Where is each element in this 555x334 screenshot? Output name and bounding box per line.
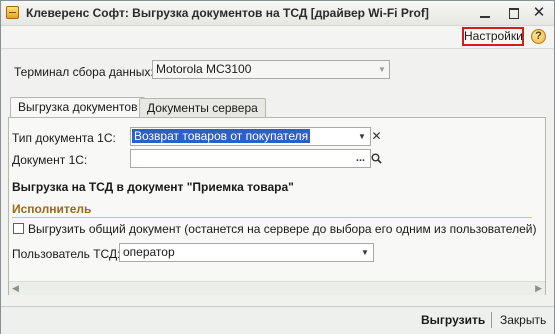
- shared-document-checkbox[interactable]: [13, 223, 24, 234]
- doc-type-select[interactable]: Возврат товаров от покупателя: [130, 127, 371, 146]
- terminal-label: Терминал сбора данных:: [14, 65, 154, 79]
- tsd-user-dropdown-icon[interactable]: ▼: [358, 244, 372, 261]
- tab-server-documents[interactable]: Документы сервера: [139, 98, 266, 118]
- command-bar: Настройки ?: [1, 26, 554, 49]
- doc-type-label: Тип документа 1С:: [12, 131, 116, 145]
- tsd-user-select[interactable]: оператор: [119, 243, 374, 262]
- form-area: Терминал сбора данных: Motorola MC3100 ▼…: [1, 49, 554, 306]
- main-window: Клеверенс Софт: Выгрузка документов на Т…: [0, 0, 555, 334]
- clear-icon[interactable]: ✕: [369, 128, 384, 145]
- search-icon[interactable]: [369, 150, 384, 167]
- title-bar: Клеверенс Софт: Выгрузка документов на Т…: [1, 1, 554, 26]
- settings-button[interactable]: Настройки: [462, 27, 524, 46]
- app-icon: [6, 6, 19, 19]
- upload-button[interactable]: Выгрузить: [421, 313, 485, 327]
- button-separator: [491, 312, 492, 328]
- terminal-value: Motorola MC3100: [156, 62, 252, 76]
- select-ellipsis-icon[interactable]: ...: [353, 150, 368, 167]
- terminal-select[interactable]: Motorola MC3100: [152, 60, 390, 79]
- shared-document-label: Выгрузить общий документ (останется на с…: [28, 222, 537, 236]
- horizontal-scrollbar[interactable]: ◀ ▶: [9, 281, 545, 295]
- help-icon[interactable]: ?: [531, 29, 546, 44]
- tab-upload-documents[interactable]: Выгрузка документов: [10, 97, 146, 118]
- doc-type-value: Возврат товаров от покупателя: [132, 129, 311, 143]
- group-divider: [12, 217, 532, 218]
- scroll-right-icon[interactable]: ▶: [535, 283, 542, 294]
- executor-group-title: Исполнитель: [12, 202, 92, 216]
- close-window-button[interactable]: ✕: [528, 3, 550, 23]
- close-button[interactable]: Закрыть: [500, 313, 546, 327]
- doc-type-dropdown-icon[interactable]: ▼: [355, 128, 369, 145]
- window-title: Клеверенс Софт: Выгрузка документов на Т…: [26, 6, 429, 20]
- terminal-dropdown-icon[interactable]: ▼: [375, 61, 389, 78]
- scroll-left-icon[interactable]: ◀: [12, 283, 19, 294]
- minimize-button[interactable]: [474, 3, 496, 23]
- tsd-user-label: Пользователь ТСД:: [12, 247, 121, 261]
- tsd-user-value: оператор: [123, 245, 175, 259]
- document-field[interactable]: [130, 149, 371, 168]
- bottom-bar: Выгрузить Закрыть: [1, 306, 554, 334]
- document-label: Документ 1С:: [12, 153, 88, 167]
- upload-section-title: Выгрузка на ТСД в документ "Приемка това…: [12, 180, 294, 194]
- maximize-button[interactable]: [503, 3, 525, 23]
